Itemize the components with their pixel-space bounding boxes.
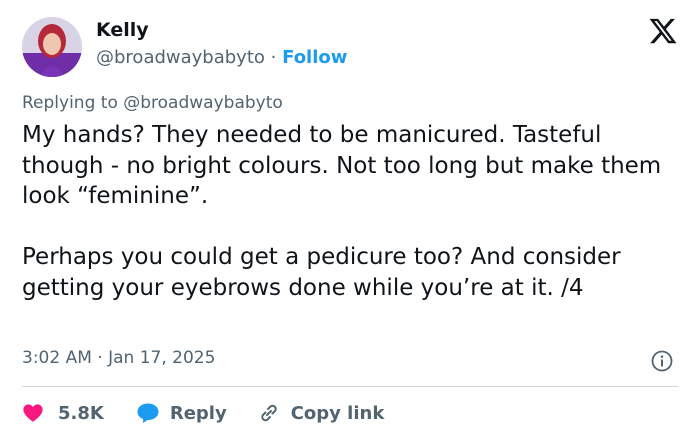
tweet-paragraph: Perhaps you could get a pedicure too? An… [22,244,621,301]
replying-to-handle[interactable]: @broadwaybabyto [123,93,283,113]
heart-icon [23,404,43,422]
avatar-image [22,17,82,77]
replying-to: Replying to @broadwaybabyto [22,93,283,113]
copy-link-button[interactable]: Copy link [257,401,385,425]
action-bar: 5.8K Reply Copy link [22,398,384,428]
copy-link-label: Copy link [290,402,385,424]
author-display-name[interactable]: Kelly [96,19,149,41]
tweet-card: Kelly @broadwaybabyto · Follow Replying … [0,0,700,440]
link-icon [261,404,277,422]
x-logo-icon[interactable] [648,16,678,46]
tweet-paragraph: My hands? They needed to be manicured. T… [22,122,662,209]
reply-button[interactable]: Reply [136,402,227,424]
handle-separator: · [270,47,277,68]
tweet-text: My hands? They needed to be manicured. T… [22,120,682,303]
author-handle-line: @broadwaybabyto · Follow [96,47,347,68]
info-icon[interactable] [650,349,674,373]
author-handle[interactable]: @broadwaybabyto [96,47,265,68]
speech-bubble-icon [137,403,159,423]
avatar[interactable] [22,17,82,77]
follow-button[interactable]: Follow [282,47,347,68]
like-count: 5.8K [58,402,104,424]
like-button[interactable]: 5.8K [22,402,104,424]
tweet-timestamp[interactable]: 3:02 AM · Jan 17, 2025 [22,348,215,368]
replying-to-prefix: Replying to [22,93,118,113]
reply-label: Reply [169,402,227,424]
divider [22,386,678,387]
